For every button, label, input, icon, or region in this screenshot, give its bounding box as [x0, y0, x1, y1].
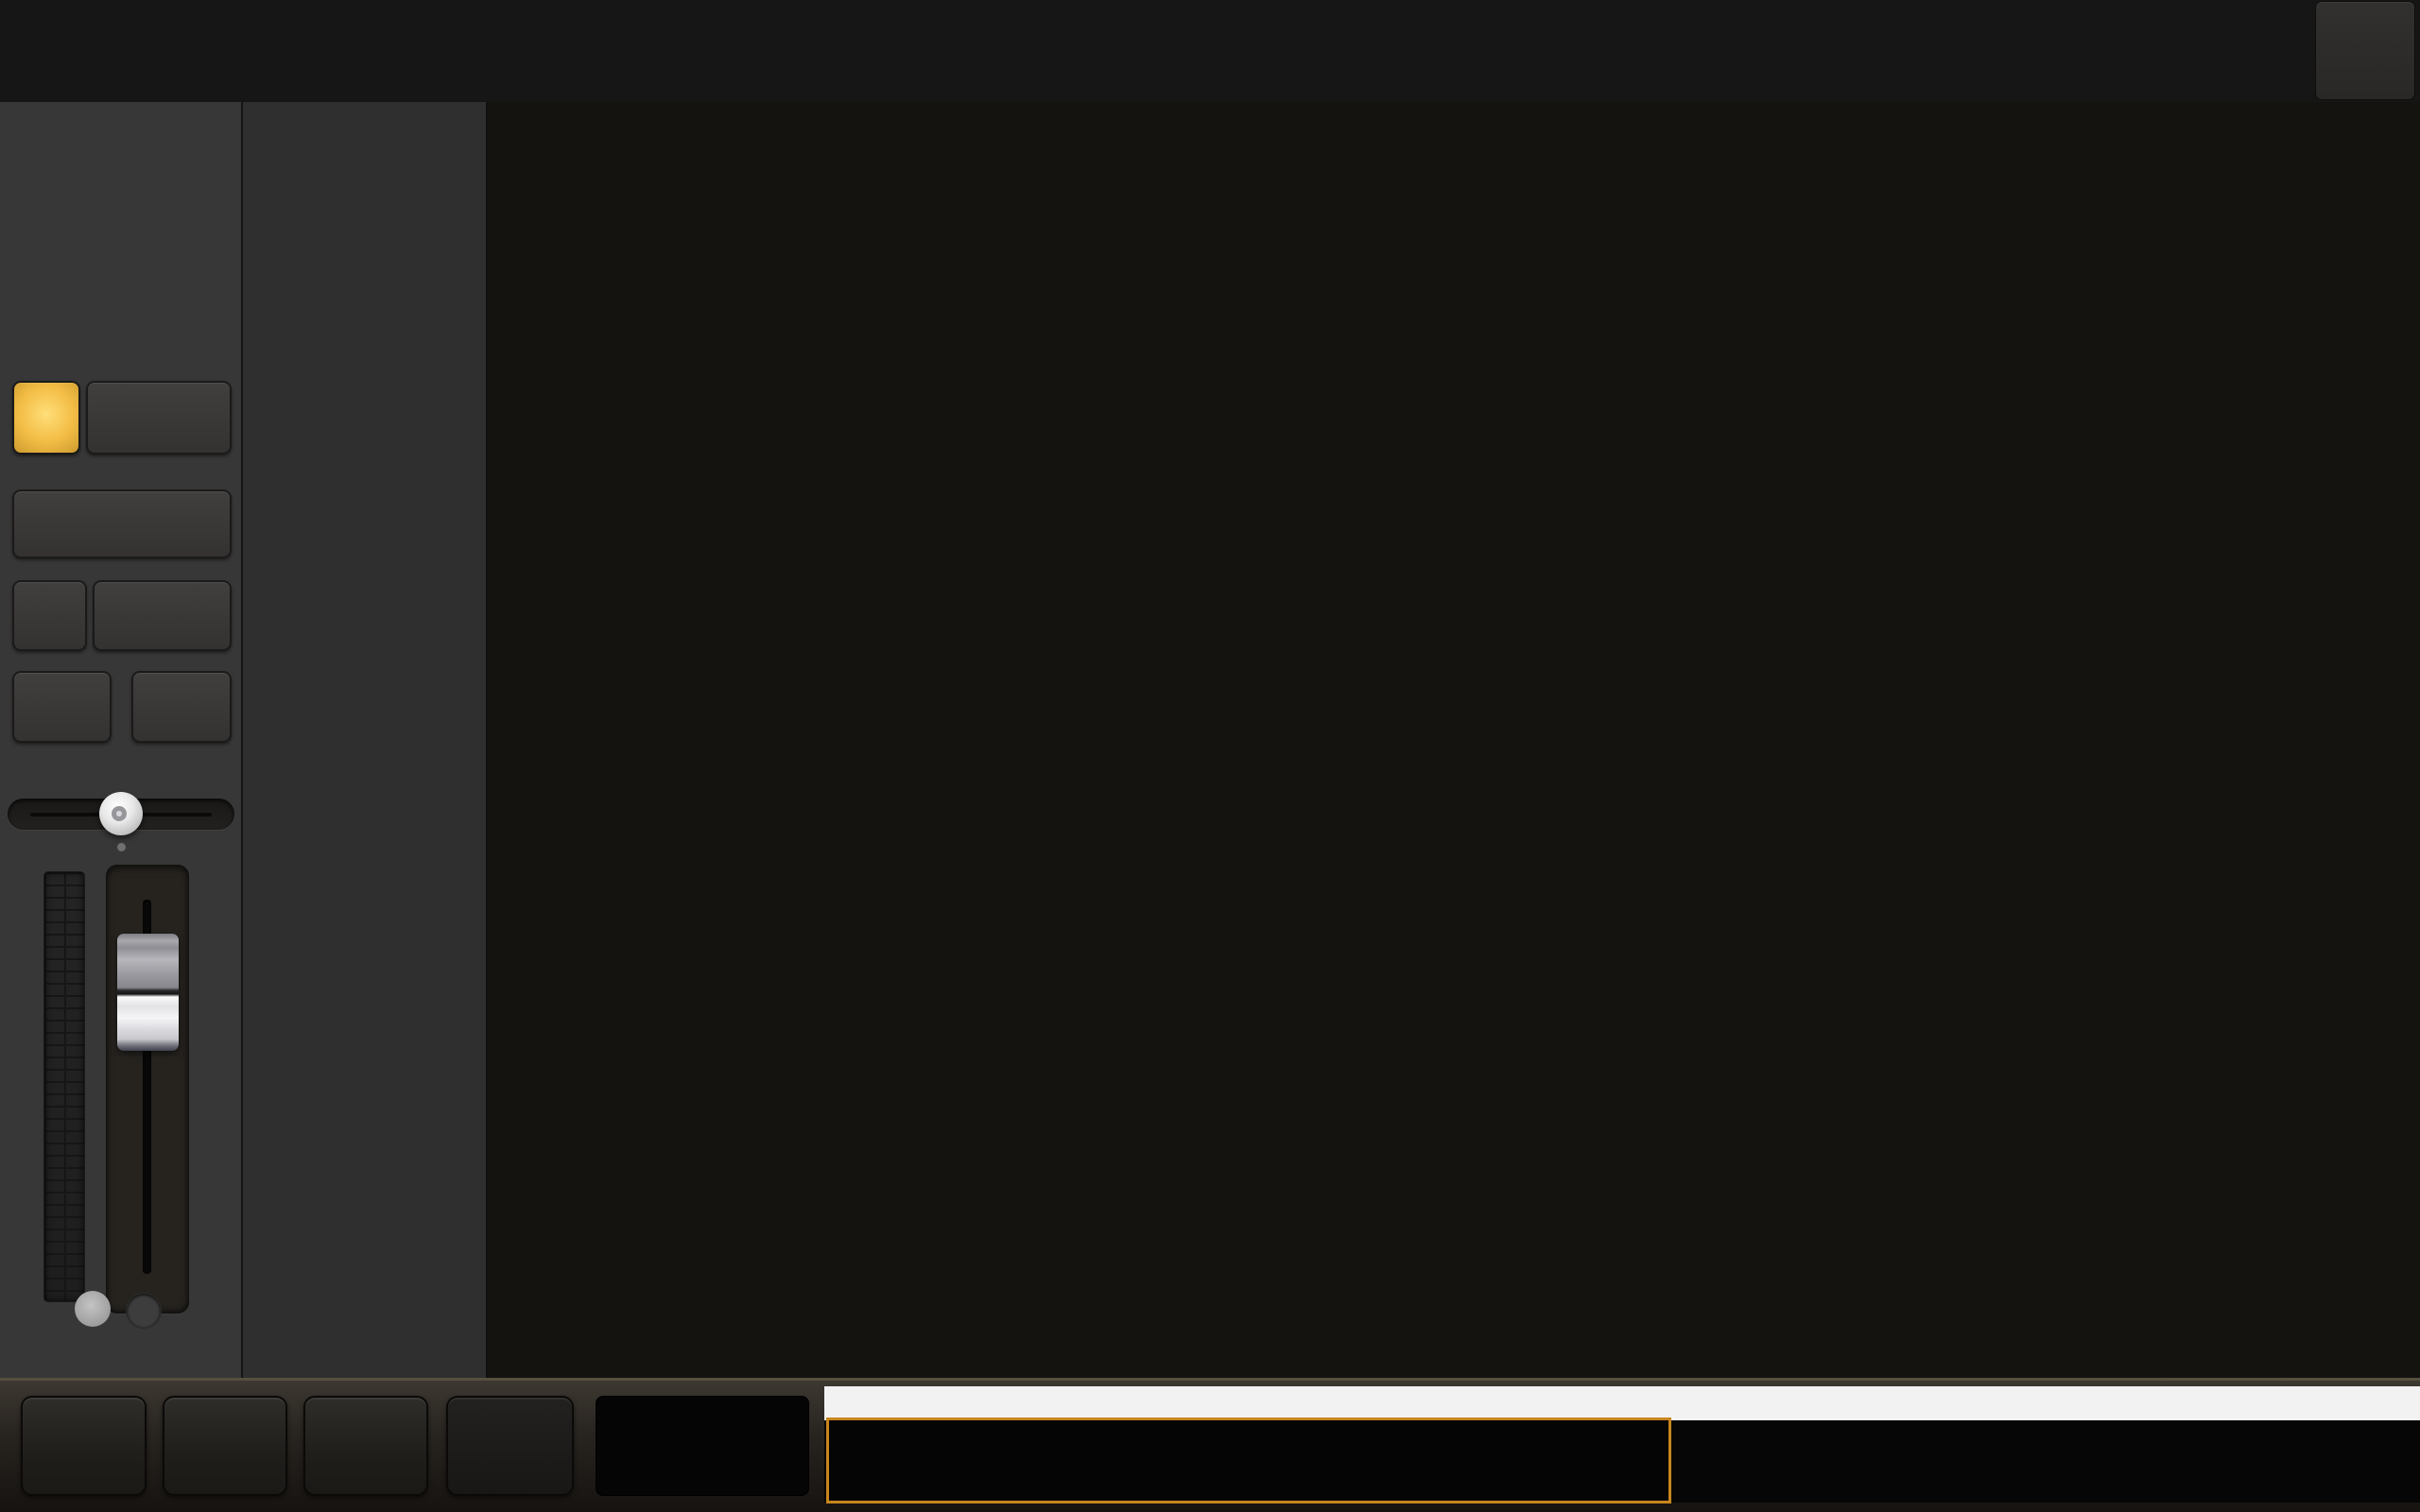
play-button[interactable] [163, 1396, 287, 1496]
timeline-loop-region[interactable] [826, 1418, 1671, 1503]
page-indicator-dot-2[interactable] [126, 1293, 162, 1329]
pan-center-mark [117, 843, 126, 851]
fader-handle[interactable] [117, 934, 179, 1051]
play-from-start-button[interactable] [21, 1396, 147, 1496]
time-position-display[interactable] [596, 1396, 809, 1496]
cut-group-label [1040, 1302, 1335, 1344]
stop-button[interactable] [303, 1396, 428, 1496]
fx-power-toggle[interactable] [12, 381, 80, 455]
transport-bar [0, 1378, 2420, 1512]
mute-button[interactable] [12, 671, 112, 743]
instrument-keyboard-button[interactable] [12, 580, 87, 651]
app-window [0, 0, 2420, 1512]
fx-grid-button[interactable] [86, 381, 232, 455]
adsr-button[interactable] [12, 490, 232, 558]
solo-button[interactable] [131, 671, 232, 743]
record-button[interactable] [446, 1396, 574, 1496]
next-button[interactable] [2316, 2, 2414, 99]
drum-pad-list [243, 102, 487, 1378]
instrument-select-button[interactable] [93, 580, 232, 651]
vu-meter [43, 871, 85, 1302]
pan-slider-thumb[interactable] [99, 792, 143, 835]
instrument-editor [487, 102, 2420, 1378]
track-panel [0, 102, 243, 1378]
next-page-icon [2316, 6, 2414, 70]
timeline-overview[interactable] [824, 1386, 2420, 1420]
toolbar [0, 0, 2420, 104]
page-indicator-dot-1[interactable] [75, 1291, 111, 1327]
